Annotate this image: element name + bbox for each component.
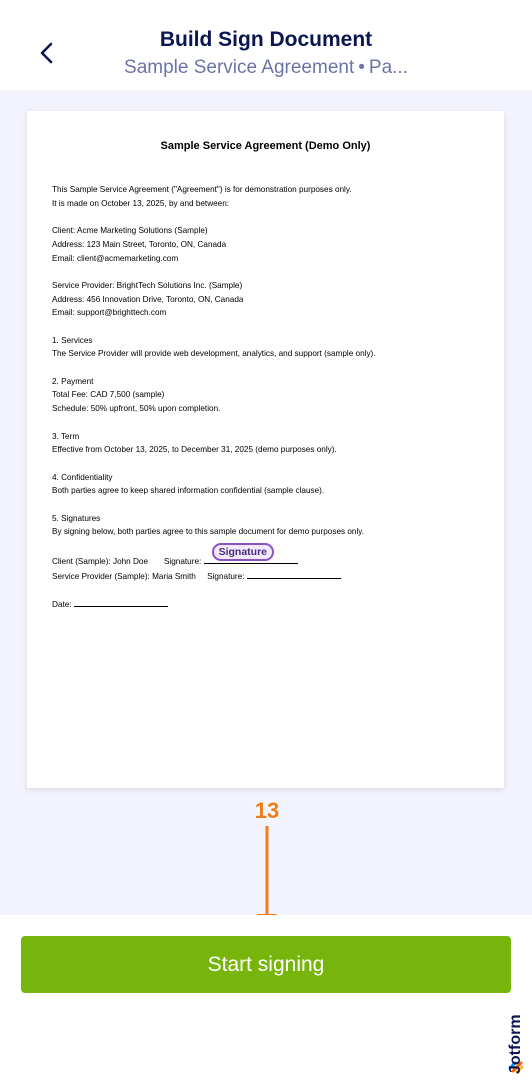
document-page: Sample Service Agreement (Demo Only) Thi… bbox=[27, 111, 504, 788]
intro-line: It is made on October 13, 2025, by and b… bbox=[52, 198, 230, 208]
signature-word: Signature: bbox=[207, 571, 245, 581]
date-label: Date: bbox=[52, 599, 72, 609]
subtitle-document-name: Sample Service Agreement bbox=[124, 57, 355, 78]
provider-line: Address: 456 Innovation Drive, Toronto, … bbox=[52, 294, 244, 304]
brand-logo: Jotform bbox=[505, 996, 529, 1076]
client-signature-field[interactable]: Signature bbox=[203, 542, 298, 564]
app-header: Build Sign Document Sample Service Agree… bbox=[0, 0, 532, 90]
client-line: Email: client@acmemarketing.com bbox=[52, 253, 179, 263]
section-heading: 5. Signatures bbox=[52, 513, 101, 523]
provider-signature-label: Service Provider (Sample): Maria Smith bbox=[52, 571, 196, 581]
section-heading: 1. Services bbox=[52, 335, 93, 345]
section-text: By signing below, both parties agree to … bbox=[52, 527, 365, 537]
section-text: Both parties agree to keep shared inform… bbox=[52, 486, 325, 496]
step-number-annotation: 13 bbox=[254, 798, 280, 823]
provider-signature-row: Service Provider (Sample): Maria Smith S… bbox=[52, 569, 492, 584]
intro-line: This Sample Service Agreement ("Agreemen… bbox=[52, 185, 352, 194]
page-title: Build Sign Document bbox=[159, 28, 373, 51]
section-heading: 4. Confidentiality bbox=[52, 472, 113, 482]
provider-line: Email: support@brighttech.com bbox=[52, 308, 167, 318]
signature-field-badge[interactable]: Signature bbox=[211, 542, 275, 561]
section-heading: 2. Payment bbox=[52, 376, 94, 386]
section-heading: 3. Term bbox=[52, 431, 80, 441]
brand-name: Jotform bbox=[507, 1014, 524, 1074]
client-line: Client: Acme Marketing Solutions (Sample… bbox=[52, 226, 208, 236]
document-title: Sample Service Agreement (Demo Only) bbox=[160, 140, 371, 152]
document-body: This Sample Service Agreement ("Agreemen… bbox=[52, 183, 492, 625]
client-line: Address: 123 Main Street, Toronto, ON, C… bbox=[52, 239, 227, 249]
section-text: Total Fee: CAD 7,500 (sample) bbox=[52, 390, 165, 400]
date-line bbox=[73, 597, 168, 607]
document-subtitle: Sample Service Agreement • Pa... bbox=[110, 57, 422, 79]
subtitle-separator: • bbox=[358, 57, 365, 78]
provider-line: Service Provider: BrightTech Solutions I… bbox=[52, 280, 243, 290]
client-signature-row: Client (Sample): John Doe Signature: Sig… bbox=[52, 542, 492, 569]
start-signing-button[interactable]: Start signing bbox=[21, 936, 511, 993]
section-text: Effective from October 13, 2025, to Dece… bbox=[52, 445, 337, 455]
section-text: Schedule: 50% upfront, 50% upon completi… bbox=[52, 404, 221, 414]
signature-word: Signature: bbox=[163, 556, 202, 566]
provider-signature-line bbox=[246, 569, 341, 579]
subtitle-page: Pa... bbox=[368, 57, 408, 78]
date-row: Date: bbox=[52, 597, 492, 612]
section-text: The Service Provider will provide web de… bbox=[52, 349, 376, 359]
client-signature-label: Client (Sample): John Doe bbox=[52, 556, 149, 566]
